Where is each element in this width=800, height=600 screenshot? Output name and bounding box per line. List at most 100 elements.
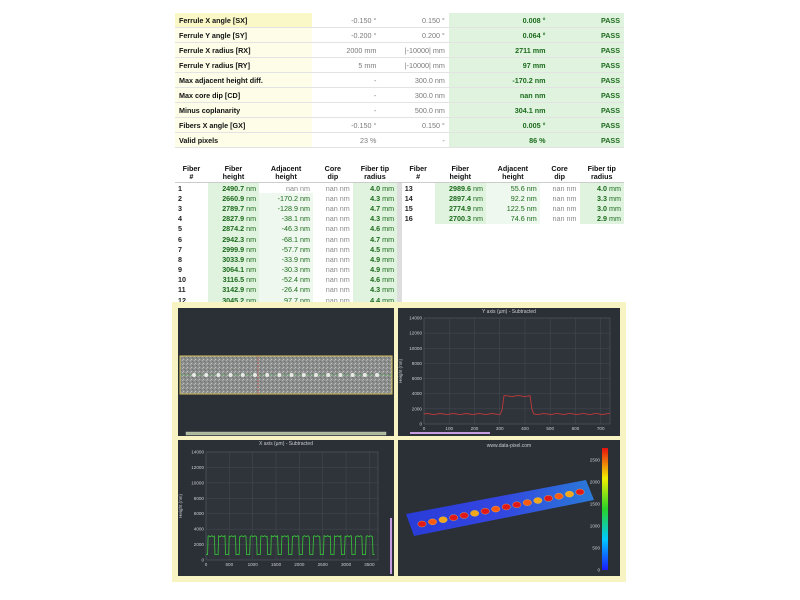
param-min: - bbox=[311, 87, 381, 103]
adjacent-height: -46.3 nm bbox=[259, 223, 313, 234]
param-label: Fibers X angle [GX] bbox=[175, 117, 312, 133]
param-min: - bbox=[311, 72, 381, 88]
fiber-height bbox=[434, 284, 486, 296]
core-dip bbox=[539, 284, 580, 296]
fiber-dot bbox=[289, 373, 294, 377]
fiber-id: 2 bbox=[178, 193, 182, 203]
core-dip bbox=[539, 264, 580, 275]
fiber-id: 10 bbox=[178, 275, 186, 285]
watermark: www.data-pixel.com bbox=[486, 443, 532, 449]
core-dip: nan nm bbox=[325, 285, 350, 295]
fiber-height: 2700.3 nm bbox=[434, 213, 486, 224]
colorbar-ticks: 0 500 1000 1500 2000 2500 bbox=[590, 458, 601, 573]
param-min: - bbox=[311, 102, 381, 118]
param-result: PASS bbox=[549, 27, 624, 43]
param-label: Max adjacent height diff. bbox=[175, 72, 312, 88]
y-profile-panel[interactable]: Y axis (µm) - Subtracted 0 2000 4000 6000 80… bbox=[398, 308, 620, 436]
param-max: 0.150 ° bbox=[380, 13, 449, 28]
x-tick-label: 3000 bbox=[341, 562, 352, 567]
param-max: |-10000| mm bbox=[380, 57, 449, 73]
param-label: Valid pixels bbox=[175, 132, 312, 148]
param-result: PASS bbox=[549, 42, 624, 58]
x-profile-plot: 020004000600080001000012000140000 500 1000… bbox=[178, 450, 392, 574]
adjacent-height bbox=[485, 244, 540, 255]
adjacent-height: -38.1 nm bbox=[259, 213, 313, 224]
core-dip bbox=[539, 274, 580, 285]
tip-radius: 4.7 mm bbox=[352, 233, 398, 245]
fiber-row: 10 3116.5 nm -52.4 nm nan nm 4.6 mm bbox=[175, 274, 624, 285]
fiber-height: 2789.7 nm bbox=[207, 203, 260, 214]
camera-view-panel[interactable] bbox=[178, 308, 394, 436]
core-dip bbox=[539, 223, 580, 234]
tip-radius: 2.9 mm bbox=[579, 213, 624, 224]
fiber-dot bbox=[301, 373, 306, 377]
y-tick-label: 8000 bbox=[194, 496, 205, 501]
col-tip-radius-2: Fiber tip radius bbox=[579, 164, 624, 183]
x-profile-panel[interactable]: X axis (µm) - Subtracted 0 2000 4000 6000 80… bbox=[178, 440, 394, 576]
param-row: Ferrule X angle [SX] -0.150 ° 0.150 ° 0.008… bbox=[175, 13, 624, 28]
tip-radius bbox=[579, 274, 624, 285]
fiber-height: 2942.3 nm bbox=[207, 233, 260, 245]
param-value: 0.008 ° bbox=[448, 13, 550, 28]
param-min: -0.150 ° bbox=[311, 117, 381, 133]
fiber-row: 9 3064.1 nm -30.3 nm nan nm 4.9 mm bbox=[175, 264, 624, 275]
fiber-height bbox=[434, 223, 486, 234]
core-dip: nan nm bbox=[552, 203, 577, 213]
y-tick-label: 4000 bbox=[412, 391, 423, 396]
y-tick-label: 4000 bbox=[194, 527, 205, 532]
fiber-id bbox=[401, 254, 435, 265]
tip-radius: 3.3 mm bbox=[579, 193, 624, 204]
core-dip: nan nm bbox=[325, 224, 350, 234]
x-tick-label: 3500 bbox=[364, 562, 375, 567]
fiber-dot bbox=[253, 373, 257, 377]
y-profile-title: Y axis (µm) - Subtracted bbox=[482, 309, 536, 315]
y-profile-scrollbar[interactable] bbox=[410, 432, 490, 434]
tip-radius bbox=[579, 244, 624, 255]
fiber-height bbox=[434, 274, 486, 285]
tip-radius: 4.0 mm bbox=[352, 182, 398, 194]
param-label: Minus coplanarity bbox=[175, 102, 312, 118]
tip-radius: 3.0 mm bbox=[579, 203, 624, 214]
fiber-bump bbox=[438, 516, 448, 523]
x-profile-scrollbar[interactable] bbox=[390, 518, 392, 574]
tip-radius: 4.6 mm bbox=[352, 223, 398, 234]
y-profile-plot: 020004000600080001000012000140000 100 200 3… bbox=[398, 316, 611, 434]
fiber-id: 9 bbox=[178, 265, 182, 275]
fiber-dot bbox=[228, 373, 233, 377]
param-max: 0.150 ° bbox=[380, 117, 449, 133]
core-dip: nan nm bbox=[552, 183, 577, 193]
adjacent-height bbox=[485, 284, 540, 296]
fiber-id bbox=[401, 274, 435, 285]
core-dip bbox=[539, 244, 580, 255]
fiber-bump bbox=[544, 495, 553, 502]
fiber-height: 3142.9 nm bbox=[207, 284, 260, 296]
horizontal-scrollbar[interactable] bbox=[185, 431, 387, 436]
tip-radius bbox=[579, 284, 624, 296]
core-dip: nan nm bbox=[325, 183, 350, 193]
fiber-row: 7 2999.9 nm -57.7 nm nan nm 4.5 mm bbox=[175, 244, 624, 255]
core-dip: nan nm bbox=[552, 214, 577, 224]
fiber-bump bbox=[565, 490, 574, 498]
param-label: Ferrule Y radius [RY] bbox=[175, 57, 312, 73]
fiber-table: Fiber # Fiber height Adjacent height Core di… bbox=[175, 164, 624, 306]
fiber-id: 5 bbox=[178, 224, 182, 234]
y-tick-label: 2000 bbox=[412, 406, 423, 411]
fiber-bump bbox=[533, 497, 543, 504]
fiber-id: 14 bbox=[404, 193, 413, 203]
adjacent-height: -57.7 nm bbox=[259, 244, 313, 255]
y-tick-label: 12000 bbox=[191, 465, 204, 470]
3d-view-panel[interactable]: www.data-pixel.com 0 500 1000 1500 2000 … bbox=[398, 440, 620, 576]
x-tick-label: 100 bbox=[445, 426, 453, 431]
fiber-bump bbox=[522, 499, 532, 506]
fiber-height bbox=[434, 233, 486, 245]
fiber-dot bbox=[265, 373, 270, 377]
3d-surface: 0 500 1000 1500 2000 2500 bbox=[406, 448, 608, 573]
fiber-height: 2989.6 nm bbox=[434, 182, 486, 194]
param-value: 97 mm bbox=[448, 57, 550, 73]
y-tick-label: 6000 bbox=[194, 511, 205, 516]
param-value: -170.2 nm bbox=[448, 72, 550, 88]
fiber-row: 1 2490.7 nm nan nm nan nm 4.0 mm 13 2989.6 nm 5… bbox=[175, 182, 624, 194]
fiber-bump bbox=[554, 493, 564, 500]
adjacent-height: 74.6 nm bbox=[485, 213, 540, 224]
param-row: Ferrule Y radius [RY] 5 mm |-10000| mm 97 m… bbox=[175, 57, 624, 73]
